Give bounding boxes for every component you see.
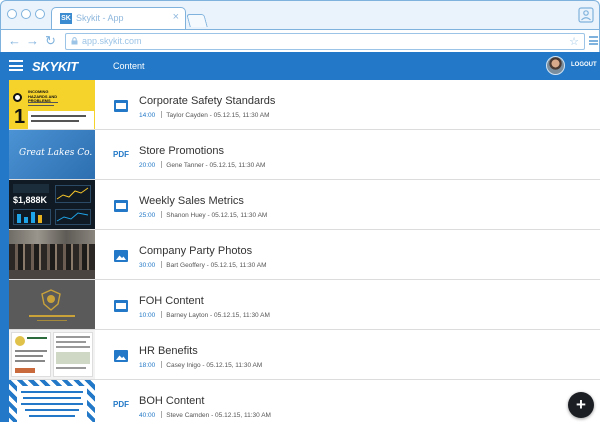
item-author-date: Bart Geoffery - 05.12.15, 11:30 AM — [166, 262, 267, 269]
browser-tab[interactable]: SK Skykit - App × — [51, 7, 186, 29]
forward-button[interactable]: → — [26, 34, 39, 48]
list-item[interactable]: HR Benefits 18:00 Casey Inigo - 05.12.15,… — [9, 330, 600, 380]
item-author-date: Gene Tanner - 05.12.15, 11:30 AM — [166, 162, 266, 169]
list-item[interactable]: Great Lakes Co. PDF Store Promotions 20:… — [9, 130, 600, 180]
item-title: Company Party Photos — [139, 245, 253, 257]
content-thumbnail — [9, 230, 95, 279]
thumbnail-value: $1,888K — [13, 195, 48, 205]
tab-close-icon[interactable]: × — [173, 11, 179, 23]
browser-chrome: SK Skykit - App × ← → ↻ app.skykit.com ☆ — [0, 0, 600, 53]
item-duration: 18:00 — [139, 362, 156, 369]
profile-icon[interactable] — [578, 7, 594, 23]
add-content-button[interactable]: + — [568, 392, 594, 418]
minimize-window-button[interactable] — [21, 9, 31, 19]
item-meta: 40:00 Steve Camden - 05.12.15, 11:30 AM — [139, 411, 271, 419]
item-meta: 20:00 Gene Tanner - 05.12.15, 11:30 AM — [139, 161, 265, 169]
close-window-button[interactable] — [7, 9, 17, 19]
back-button[interactable]: ← — [8, 34, 21, 48]
app-header: SKYKIT Content LOGOUT — [0, 52, 600, 80]
image-icon — [114, 250, 128, 262]
browser-menu-icon[interactable] — [589, 36, 598, 45]
item-duration: 10:00 — [139, 312, 156, 319]
new-tab-button[interactable] — [186, 14, 208, 27]
item-meta: 14:00 Taylor Cayden - 05.12.15, 11:30 AM — [139, 111, 270, 119]
crest-icon — [41, 289, 61, 311]
item-meta: 25:00 Shanon Huey - 05.12.15, 11:30 AM — [139, 211, 267, 219]
item-duration: 20:00 — [139, 162, 156, 169]
thumbnail-number: 1 — [14, 106, 26, 128]
item-title: HR Benefits — [139, 345, 198, 357]
list-item[interactable]: PDF BOH Content 40:00 Steve Camden - 05.1… — [9, 380, 600, 422]
brand-logo[interactable]: SKYKIT — [32, 59, 78, 74]
content-thumbnail: $1,888K — [9, 180, 95, 229]
tab-title: Skykit - App — [76, 13, 124, 23]
list-item[interactable]: Company Party Photos 30:00 Bart Geoffery … — [9, 230, 600, 280]
item-meta: 10:00 Barney Layton - 05.12.15, 11:30 AM — [139, 311, 270, 319]
item-duration: 40:00 — [139, 412, 156, 419]
item-meta: 30:00 Bart Geoffery - 05.12.15, 11:30 AM — [139, 261, 267, 269]
item-title: Weekly Sales Metrics — [139, 195, 244, 207]
item-duration: 14:00 — [139, 112, 156, 119]
item-duration: 30:00 — [139, 262, 156, 269]
url-text: app.skykit.com — [82, 36, 142, 46]
logout-button[interactable]: LOGOUT — [571, 62, 597, 68]
image-icon — [114, 350, 128, 362]
hazard-icon — [13, 93, 22, 102]
content-thumbnail — [9, 380, 95, 422]
bookmark-star-icon[interactable]: ☆ — [569, 35, 579, 48]
list-item[interactable]: $1,888K Weekly Sales Metrics 25:00 Shanon… — [9, 180, 600, 230]
page-title: Content — [113, 61, 145, 71]
item-author-date: Casey Inigo - 05.12.15, 11:30 AM — [166, 362, 263, 369]
item-author-date: Barney Layton - 05.12.15, 11:30 AM — [166, 312, 270, 319]
list-item[interactable]: FOH Content 10:00 Barney Layton - 05.12.1… — [9, 280, 600, 330]
content-thumbnail — [9, 330, 95, 379]
window-controls — [7, 9, 45, 19]
lock-icon — [71, 37, 78, 45]
item-author-date: Taylor Cayden - 05.12.15, 11:30 AM — [166, 112, 270, 119]
browser-toolbar: ← → ↻ app.skykit.com ☆ — [1, 29, 599, 53]
hamburger-menu-icon[interactable] — [9, 60, 23, 71]
maximize-window-button[interactable] — [35, 9, 45, 19]
item-title: FOH Content — [139, 295, 204, 307]
item-duration: 25:00 — [139, 212, 156, 219]
skykit-favicon-icon: SK — [60, 13, 72, 24]
item-meta: 18:00 Casey Inigo - 05.12.15, 11:30 AM — [139, 361, 262, 369]
pdf-label: PDF — [113, 150, 129, 159]
content-thumbnail: INCOMING HAZARDS AND PROBLEMS 1 — [9, 80, 95, 129]
item-title: Corporate Safety Standards — [139, 95, 276, 107]
video-icon — [114, 100, 128, 112]
item-author-date: Steve Camden - 05.12.15, 11:30 AM — [166, 412, 271, 419]
reload-button[interactable]: ↻ — [45, 34, 56, 48]
item-title: BOH Content — [139, 395, 205, 407]
content-thumbnail: Great Lakes Co. — [9, 130, 95, 179]
item-author-date: Shanon Huey - 05.12.15, 11:30 AM — [166, 212, 268, 219]
list-item[interactable]: INCOMING HAZARDS AND PROBLEMS 1 Corporat… — [9, 80, 600, 130]
address-bar[interactable]: app.skykit.com ☆ — [65, 33, 585, 50]
pdf-label: PDF — [113, 400, 129, 409]
video-icon — [114, 300, 128, 312]
thumbnail-caption: Great Lakes Co. — [19, 148, 93, 158]
video-icon — [114, 200, 128, 212]
item-title: Store Promotions — [139, 145, 224, 157]
content-list: INCOMING HAZARDS AND PROBLEMS 1 Corporat… — [0, 80, 600, 422]
content-thumbnail — [9, 280, 95, 329]
avatar[interactable] — [546, 56, 565, 75]
